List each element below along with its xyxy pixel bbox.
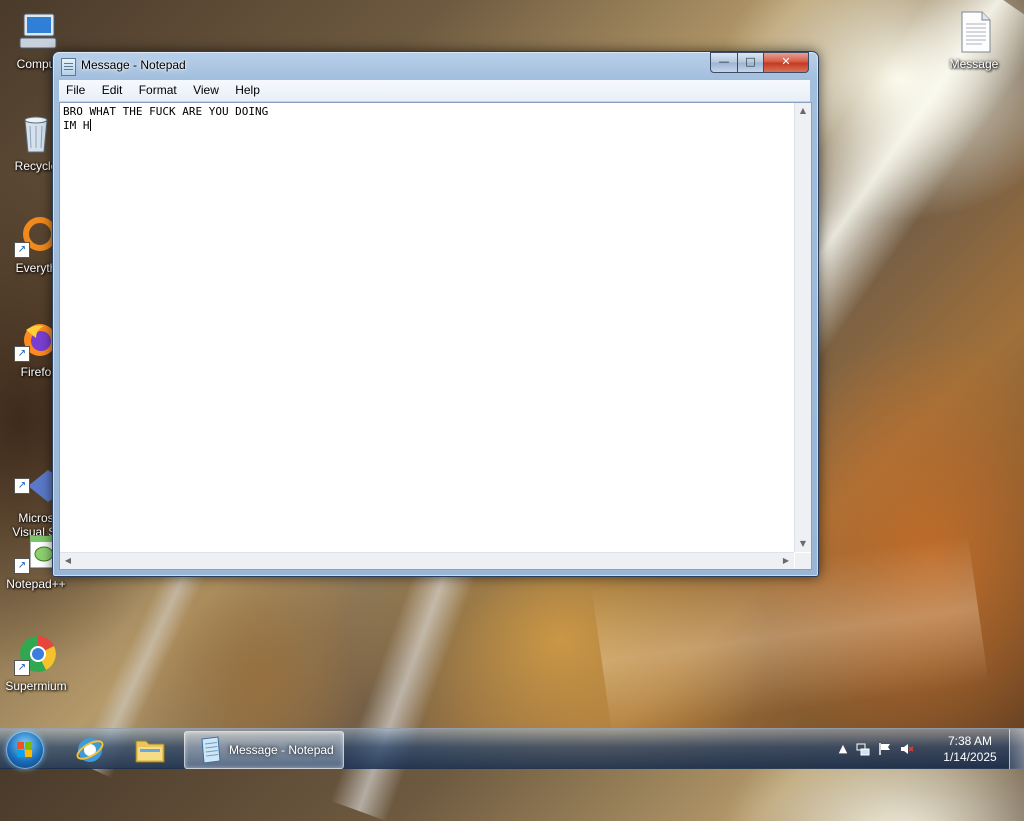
- action-center-flag-icon[interactable]: [878, 742, 892, 756]
- internet-explorer-icon: [75, 735, 105, 768]
- desktop-icon-label: Message: [949, 57, 999, 71]
- text-caret: [89, 119, 91, 131]
- clock[interactable]: 7:38 AM 1/14/2025: [940, 733, 1000, 765]
- clock-time: 7:38 AM: [947, 734, 993, 748]
- notepad-icon: [196, 736, 224, 767]
- volume-muted-icon[interactable]: [900, 742, 914, 756]
- desktop-icon-label: Compu: [16, 57, 56, 71]
- desktop-icon-supermium[interactable]: ↗ Supermium: [0, 632, 74, 693]
- clock-date: 1/14/2025: [943, 750, 997, 764]
- menu-help[interactable]: Help: [228, 80, 266, 97]
- windows-explorer-icon: [134, 735, 166, 768]
- windows-logo-icon: [17, 742, 33, 758]
- network-icon[interactable]: [856, 742, 870, 756]
- desktop-icon-message-file[interactable]: Message: [936, 10, 1012, 71]
- scrollbar-corner: [795, 553, 811, 569]
- scroll-down-icon[interactable]: ▼: [795, 536, 811, 552]
- menu-view[interactable]: View: [186, 80, 225, 97]
- vertical-scrollbar[interactable]: ▲ ▼: [794, 103, 811, 552]
- scroll-up-icon[interactable]: ▲: [795, 103, 811, 119]
- notepad-icon: [61, 58, 76, 76]
- editor-area[interactable]: BRO WHAT THE FUCK ARE YOU DOING IM H ▲ ▼…: [59, 102, 812, 570]
- text-file-icon: [952, 10, 996, 54]
- minimize-button[interactable]: —: [710, 52, 738, 73]
- shortcut-arrow-icon: ↗: [14, 346, 30, 362]
- horizontal-scrollbar[interactable]: ◀ ▶: [60, 552, 794, 569]
- title-bar[interactable]: Message - Notepad — □ ✕: [53, 52, 818, 80]
- desktop-icon-label: Everyth: [15, 261, 57, 275]
- scroll-left-icon[interactable]: ◀: [60, 553, 76, 569]
- shortcut-arrow-icon: ↗: [14, 478, 30, 494]
- show-hidden-icons-arrow[interactable]: ▲: [836, 742, 850, 756]
- taskbar-task-label: Message - Notepad: [229, 743, 334, 757]
- shortcut-arrow-icon: ↗: [14, 660, 30, 676]
- desktop-icon-label: Firefo: [20, 365, 52, 379]
- taskbar: Message - Notepad ▲ 7:38 AM 1/14/2025: [0, 728, 1024, 769]
- show-desktop-button[interactable]: [1009, 729, 1024, 769]
- close-button[interactable]: ✕: [763, 52, 809, 73]
- maximize-button[interactable]: □: [737, 52, 764, 73]
- menu-format[interactable]: Format: [132, 80, 183, 97]
- taskbar-internet-explorer[interactable]: [64, 731, 116, 767]
- menu-bar: File Edit Format View Help: [59, 80, 810, 102]
- taskbar-notepad-task[interactable]: Message - Notepad: [184, 731, 344, 769]
- menu-edit[interactable]: Edit: [95, 80, 129, 97]
- text-content[interactable]: BRO WHAT THE FUCK ARE YOU DOING IM H: [63, 105, 791, 549]
- text-line-1: BRO WHAT THE FUCK ARE YOU DOING: [63, 105, 269, 118]
- scroll-right-icon[interactable]: ▶: [778, 553, 794, 569]
- window-title: Message - Notepad: [81, 58, 186, 72]
- text-line-2: IM H: [63, 119, 90, 132]
- taskbar-windows-explorer[interactable]: [124, 731, 176, 767]
- computer-icon: [14, 10, 58, 54]
- desktop-icon-label: Notepad++: [6, 577, 66, 591]
- shortcut-arrow-icon: ↗: [14, 242, 30, 258]
- supermium-browser-icon: ↗: [14, 632, 58, 676]
- notepad-window[interactable]: Message - Notepad — □ ✕ File Edit Format…: [52, 51, 819, 577]
- start-button[interactable]: [6, 731, 44, 769]
- system-tray: ▲ 7:38 AM 1/14/2025: [834, 729, 1024, 769]
- shortcut-arrow-icon: ↗: [14, 558, 30, 574]
- desktop-icon-label: Supermium: [5, 679, 67, 693]
- menu-file[interactable]: File: [59, 80, 91, 97]
- desktop-icon-label: Recycle: [14, 159, 58, 173]
